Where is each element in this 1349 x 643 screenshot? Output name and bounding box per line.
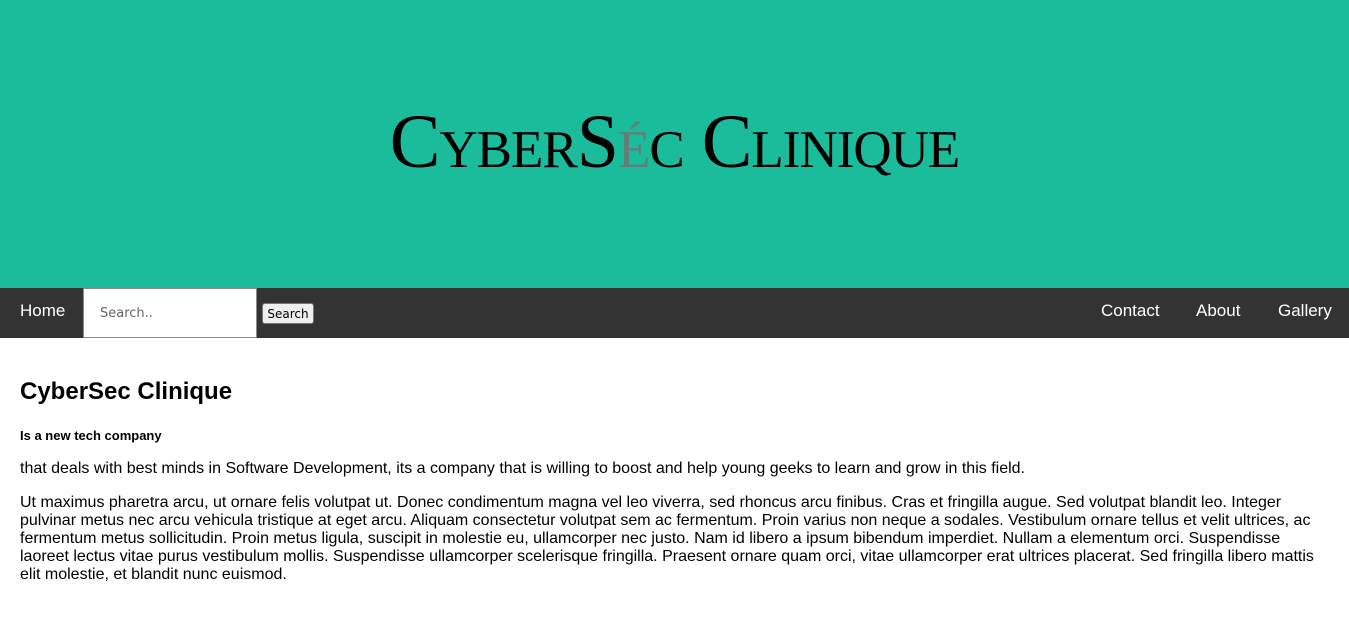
nav-home-link[interactable]: Home (0, 288, 85, 334)
search-input[interactable] (83, 288, 257, 338)
body-paragraph: Ut maximus pharetra arcu, ut ornare feli… (20, 494, 1314, 583)
logo-text-part1: CyberS (389, 100, 619, 184)
nav-about-link[interactable]: About (1176, 288, 1260, 334)
page-subtitle: Is a new tech company (20, 428, 162, 443)
intro-paragraph: that deals with best minds in Software D… (20, 460, 1025, 477)
page-title: CyberSec Clinique (20, 378, 233, 405)
navbar: Home Search Contact About Gallery (0, 288, 1349, 338)
nav-contact-link[interactable]: Contact (1081, 288, 1180, 334)
logo-text-accent: é (618, 100, 650, 184)
hero-banner: CyberSéc Clinique (0, 0, 1349, 288)
search-button[interactable]: Search (262, 303, 314, 324)
main-content: CyberSec Clinique Is a new tech company … (20, 338, 1329, 584)
site-logo: CyberSéc Clinique (0, 102, 1349, 182)
nav-gallery-link[interactable]: Gallery (1258, 288, 1349, 334)
logo-text-part2: c Clinique (649, 100, 960, 184)
